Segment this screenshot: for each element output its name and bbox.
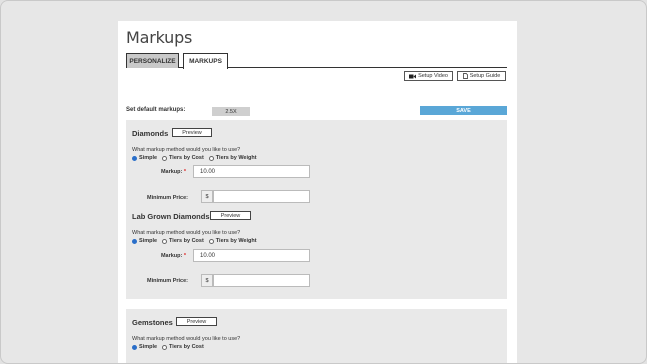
markup-label: Markup: * [160,169,186,175]
minimum-price-label: Minimum Price: [147,278,188,284]
markup-method-options: Simple Tiers by Cost [132,344,204,350]
tab-markups[interactable]: MARKUPS [183,53,228,69]
radio-empty-icon [162,344,168,350]
minimum-price-input[interactable] [213,190,310,203]
minimum-price-label: Minimum Price: [147,195,188,201]
minimum-price-input[interactable] [213,274,310,287]
radio-tiers-by-weight[interactable]: Tiers by Weight [208,155,257,161]
markups-panel: Markups PERSONALIZE MARKUPS Setup Video … [118,21,517,363]
markup-method-options: Simple Tiers by Cost Tiers by Weight [132,238,257,244]
radio-selected-icon [132,155,137,161]
currency-prefix: $ [201,274,213,287]
radio-empty-icon [208,238,214,244]
setup-video-label: Setup Video [418,73,448,79]
radio-simple[interactable]: Simple [132,155,157,161]
markup-input[interactable]: 10.00 [193,249,310,262]
save-button[interactable]: SAVE [420,106,507,115]
preview-button[interactable]: Preview [176,317,217,326]
section-title: Gemstones [132,318,173,327]
gemstones-section: Gemstones Preview What markup method wou… [126,309,507,363]
lab-grown-diamonds-section: Lab Grown Diamonds Preview What markup m… [126,205,507,299]
radio-tiers-by-cost[interactable]: Tiers by Cost [162,155,204,161]
video-camera-icon [409,74,417,78]
document-icon [462,73,468,79]
setup-video-button[interactable]: Setup Video [404,71,453,81]
radio-tiers-by-weight[interactable]: Tiers by Weight [208,238,257,244]
radio-empty-icon [208,155,214,161]
radio-empty-icon [162,238,168,244]
tab-personalize[interactable]: PERSONALIZE [126,53,179,68]
radio-simple[interactable]: Simple [132,238,157,244]
preview-button[interactable]: Preview [210,211,251,220]
app-frame: Markups PERSONALIZE MARKUPS Setup Video … [0,0,647,364]
radio-simple[interactable]: Simple [132,344,157,350]
radio-selected-icon [132,238,137,244]
markup-label: Markup: * [160,253,186,259]
markup-method-question: What markup method would you like to use… [132,230,241,236]
radio-empty-icon [162,155,168,161]
currency-prefix: $ [201,190,213,203]
page-title: Markups [126,28,193,47]
radio-tiers-by-cost[interactable]: Tiers by Cost [162,238,204,244]
markup-method-options: Simple Tiers by Cost Tiers by Weight [132,155,257,161]
markup-2-5x-button[interactable]: 2.5X [212,107,250,116]
markup-method-question: What markup method would you like to use… [132,336,241,342]
radio-selected-icon [132,344,137,350]
radio-tiers-by-cost[interactable]: Tiers by Cost [162,344,204,350]
preview-button[interactable]: Preview [172,128,212,137]
setup-guide-label: Setup Guide [469,73,501,79]
setup-guide-button[interactable]: Setup Guide [457,71,506,81]
section-title: Diamonds [132,129,169,138]
default-markups-label: Set default markups: [126,107,186,113]
diamonds-section: Diamonds Preview What markup method woul… [126,120,507,214]
tab-bar: PERSONALIZE MARKUPS [126,53,507,69]
markup-input[interactable]: 10.00 [193,165,310,178]
section-title: Lab Grown Diamonds [132,212,210,221]
markup-method-question: What markup method would you like to use… [132,147,241,153]
